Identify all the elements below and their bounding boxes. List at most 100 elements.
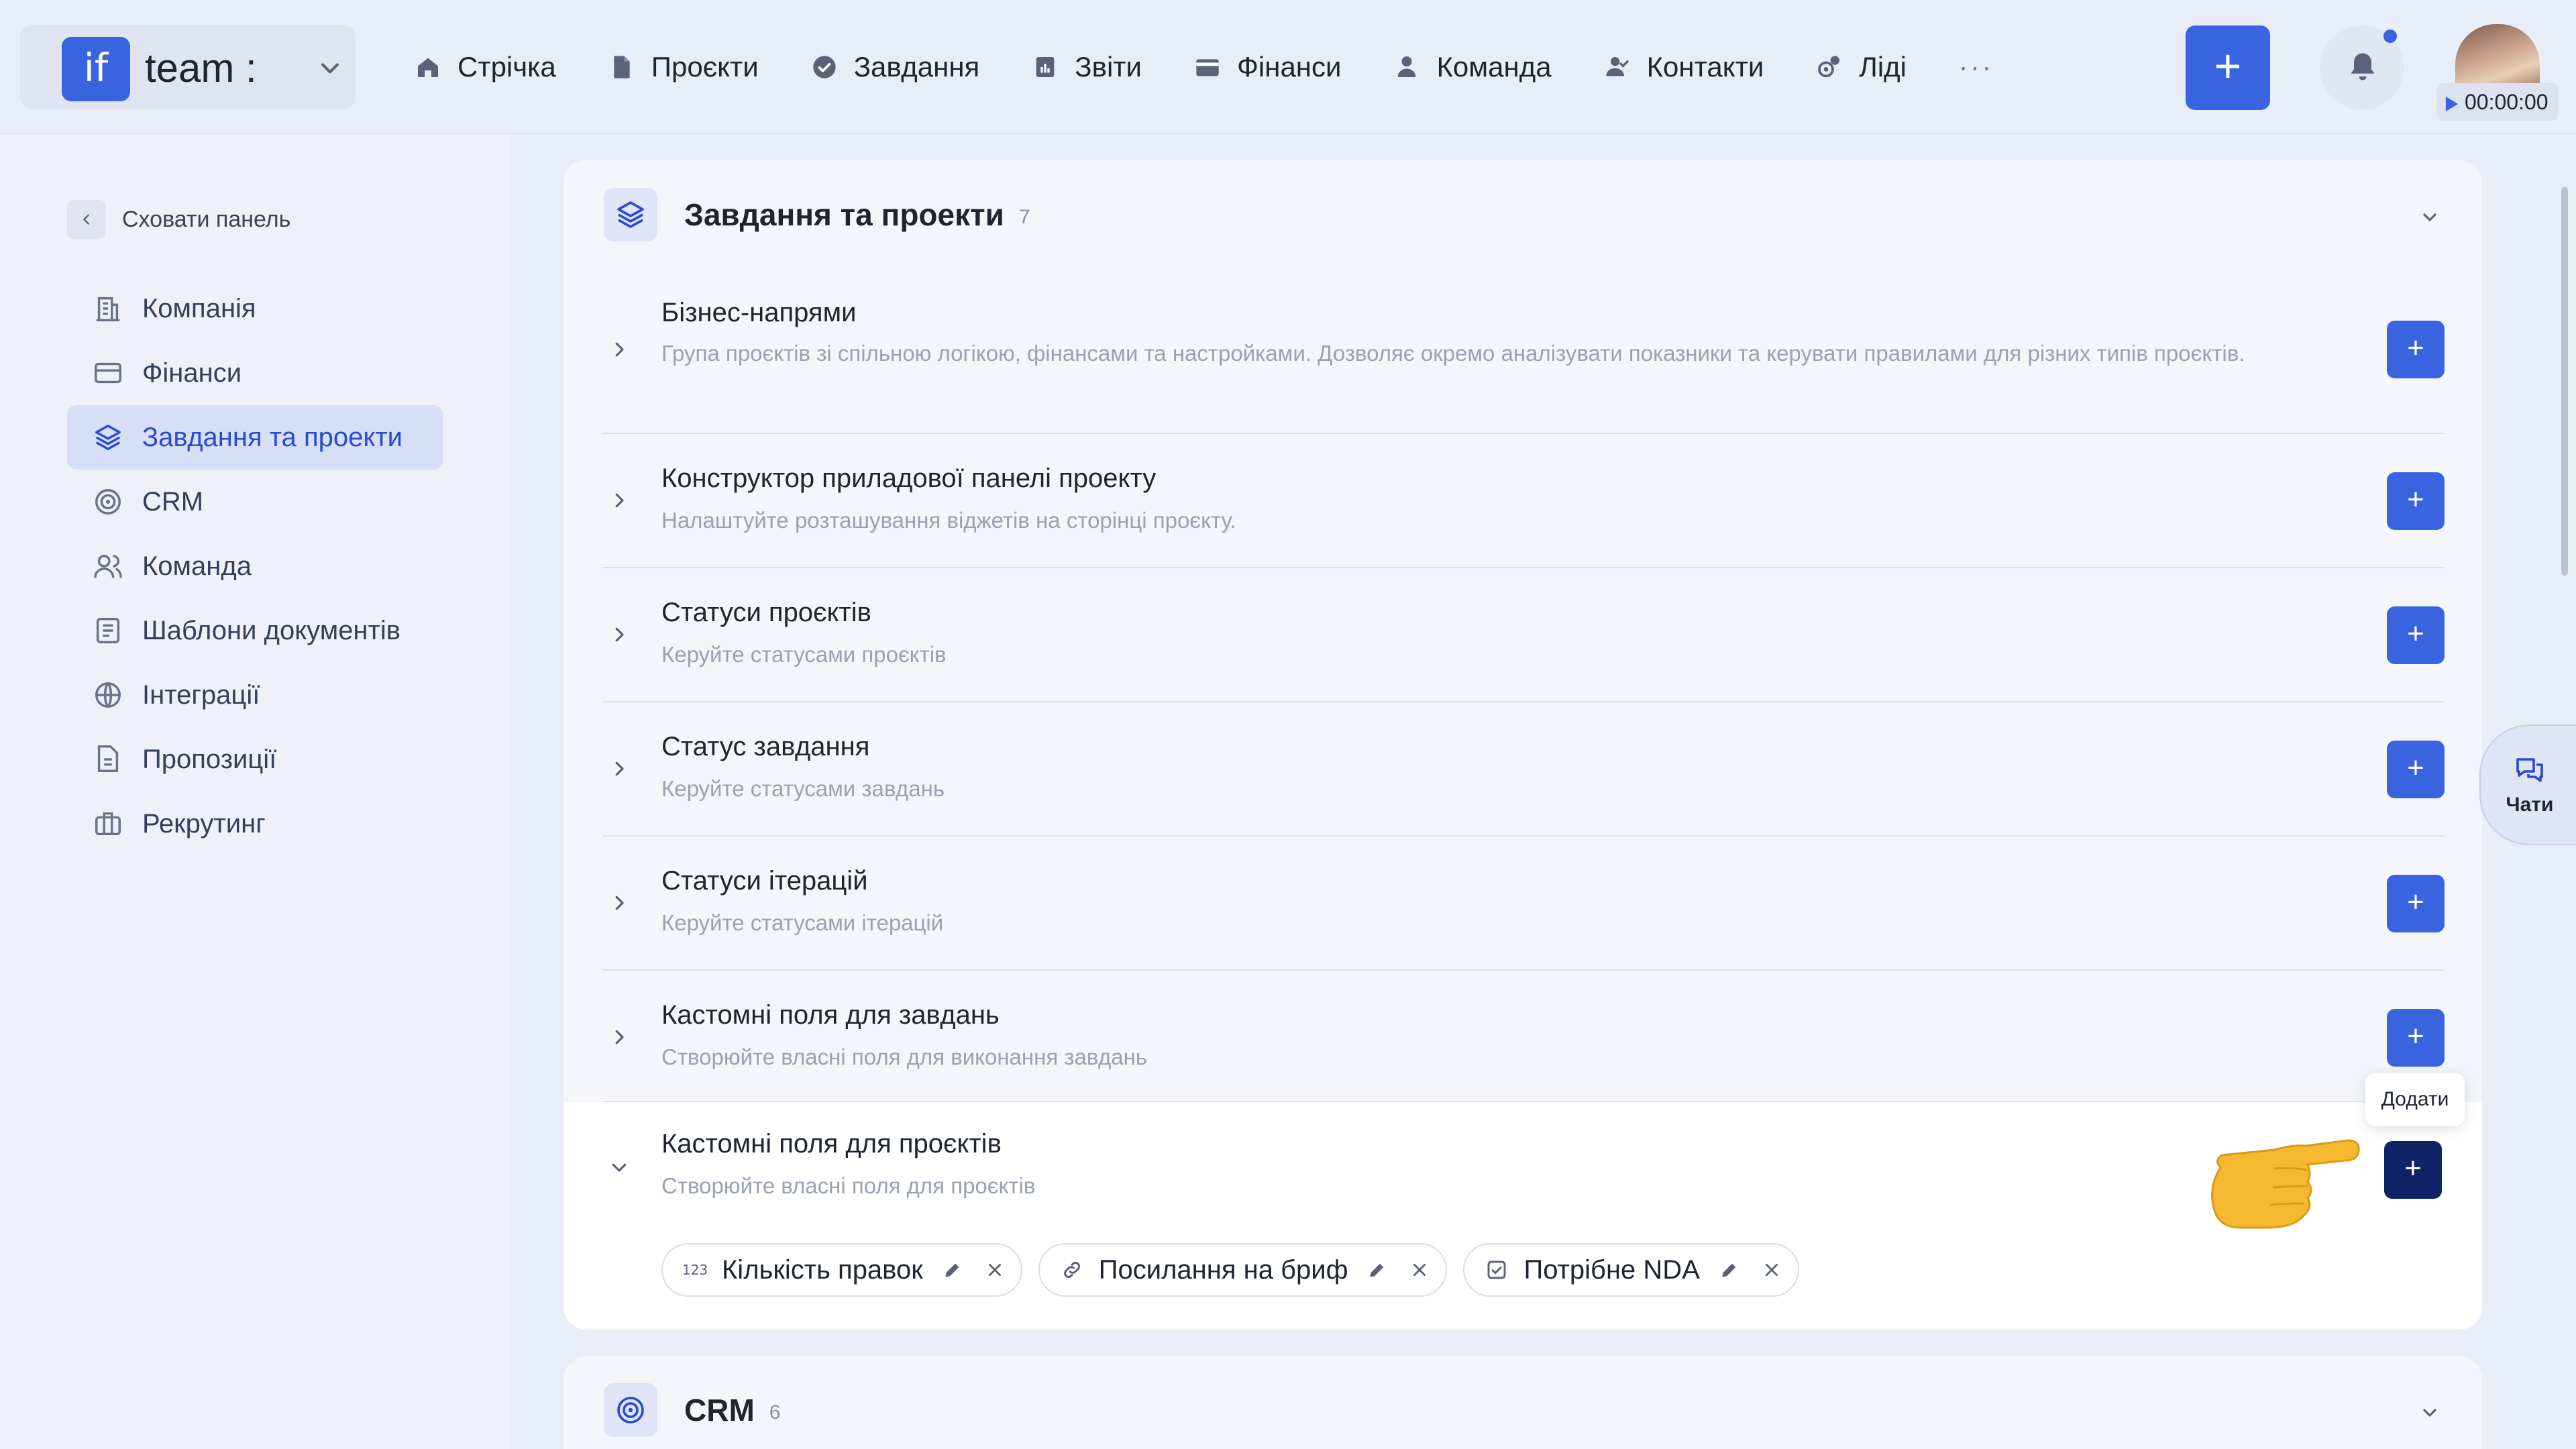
nav-item-finance[interactable]: Фінанси bbox=[1194, 51, 1341, 83]
time-tracker[interactable]: 00:00:00 bbox=[2436, 83, 2559, 121]
chevron-down-icon[interactable] bbox=[2419, 207, 2440, 228]
nav-item-label: Команда bbox=[1436, 51, 1552, 83]
custom-field-chip[interactable]: Посилання на бриф bbox=[1038, 1243, 1448, 1297]
hide-panel-button[interactable]: Сховати панель bbox=[67, 200, 290, 239]
sidebar-item-company[interactable]: Компанія bbox=[67, 276, 443, 341]
avatar[interactable] bbox=[2455, 24, 2540, 91]
sidebar-item-recruiting[interactable]: Рекрутинг bbox=[67, 792, 443, 856]
row-description: Керуйте статусами завдань bbox=[661, 776, 945, 801]
team-icon bbox=[94, 554, 122, 578]
chevron-left-icon bbox=[67, 200, 106, 239]
add-button[interactable]: + bbox=[2387, 606, 2445, 664]
add-button[interactable]: + bbox=[2387, 321, 2445, 378]
nav-item-feed[interactable]: Стрічка bbox=[415, 51, 556, 83]
custom-field-chip[interactable]: 123 Кількість правок bbox=[661, 1243, 1022, 1297]
chat-icon bbox=[2516, 758, 2543, 782]
pointing-hand-icon bbox=[2211, 1139, 2360, 1229]
main-nav: Стрічка Проєкти Завдання Звіти Фінанси К… bbox=[415, 40, 1994, 94]
chevron-right-icon bbox=[615, 627, 624, 642]
nav-item-label: Звіти bbox=[1075, 51, 1142, 83]
workspace-name: team : bbox=[145, 46, 257, 91]
settings-row-dashboard-builder[interactable]: Конструктор приладової панелі проекту На… bbox=[602, 434, 2445, 568]
timer-value: 00:00:00 bbox=[2465, 90, 2548, 114]
nav-item-leads[interactable]: Ліді bbox=[1816, 51, 1907, 83]
pencil-icon[interactable] bbox=[942, 1259, 963, 1281]
chevron-right-icon bbox=[615, 761, 624, 776]
nav-item-label: Ліді bbox=[1859, 51, 1907, 83]
add-button[interactable]: + bbox=[2387, 741, 2445, 798]
chevron-right-icon bbox=[615, 1030, 624, 1044]
sidebar-item-label: Інтеграції bbox=[142, 680, 260, 710]
chats-label: Чати bbox=[2506, 794, 2554, 816]
add-button[interactable]: + bbox=[2387, 472, 2445, 530]
add-tooltip: Додати bbox=[2365, 1073, 2465, 1126]
section-title: Завдання та проекти bbox=[684, 197, 1004, 232]
chevron-down-icon[interactable] bbox=[609, 1157, 629, 1177]
custom-field-chip[interactable]: Потрібне NDA bbox=[1463, 1243, 1799, 1297]
workspace-switcher[interactable]: if team : bbox=[20, 25, 356, 109]
row-title: Статуси ітерацій bbox=[661, 866, 868, 896]
section-count: 7 bbox=[1018, 206, 1030, 228]
row-title: Бізнес-напрями bbox=[661, 298, 857, 327]
settings-row-iteration-statuses[interactable]: Статуси ітерацій Керуйте статусами ітера… bbox=[602, 837, 2445, 971]
nav-item-label: Проєкти bbox=[651, 51, 759, 83]
settings-row-business-directions[interactable]: Бізнес-напрями Група проєктів зі спільно… bbox=[602, 268, 2445, 434]
sidebar-item-doc-templates[interactable]: Шаблони документів bbox=[67, 598, 443, 663]
more-icon[interactable]: ··· bbox=[1959, 52, 1994, 83]
row-title: Статуси проєктів bbox=[661, 598, 871, 627]
hide-panel-label: Сховати панель bbox=[122, 206, 291, 232]
add-button[interactable]: + bbox=[2387, 875, 2445, 932]
layers-icon bbox=[604, 188, 657, 241]
nav-item-team[interactable]: Команда bbox=[1393, 51, 1552, 83]
home-icon bbox=[418, 58, 438, 77]
company-icon bbox=[96, 297, 120, 321]
sidebar-item-crm[interactable]: CRM bbox=[67, 470, 443, 534]
global-add-button[interactable]: + bbox=[2186, 25, 2270, 110]
proposal-icon bbox=[97, 745, 119, 772]
sidebar-item-team[interactable]: Команда bbox=[67, 534, 443, 598]
checkbox-icon bbox=[1483, 1256, 1510, 1283]
sidebar-item-label: Шаблони документів bbox=[142, 615, 400, 645]
close-icon[interactable] bbox=[1763, 1261, 1780, 1279]
sidebar-item-finance[interactable]: Фінанси bbox=[67, 341, 443, 405]
row-description: Створюйте власні поля для виконання завд… bbox=[661, 1044, 1148, 1069]
sidebar-item-integrations[interactable]: Інтеграції bbox=[67, 663, 443, 727]
globe-icon bbox=[95, 682, 121, 708]
report-icon bbox=[1036, 57, 1055, 77]
scrollbar[interactable] bbox=[2561, 186, 2568, 576]
sidebar-menu: Компанія Фінанси Завдання та проекти CRM… bbox=[67, 276, 443, 856]
brand-logo: if bbox=[62, 37, 130, 101]
number-field-icon: 123 bbox=[682, 1262, 708, 1278]
add-button[interactable]: + bbox=[2387, 1009, 2445, 1067]
row-description: Створюйте власні поля для проєктів bbox=[661, 1173, 1036, 1198]
close-icon[interactable] bbox=[986, 1261, 1004, 1279]
nav-item-reports[interactable]: Звіти bbox=[1032, 51, 1142, 83]
sidebar-item-label: Завдання та проекти bbox=[142, 422, 402, 452]
pencil-icon[interactable] bbox=[1719, 1259, 1740, 1281]
user-icon bbox=[1398, 56, 1416, 77]
crm-section: CRM 6 bbox=[564, 1356, 2482, 1449]
sidebar-item-tasks-projects[interactable]: Завдання та проекти bbox=[67, 405, 443, 470]
sidebar-item-proposals[interactable]: Пропозиції bbox=[67, 727, 443, 792]
chats-button[interactable]: Чати bbox=[2479, 724, 2576, 845]
nav-item-label: Фінанси bbox=[1236, 51, 1342, 83]
contacts-icon bbox=[1605, 57, 1629, 76]
row-description: Керуйте статусами проєктів bbox=[661, 642, 947, 667]
target-icon bbox=[604, 1383, 657, 1437]
settings-row-task-custom-fields[interactable]: Кастомні поля для завдань Створюйте влас… bbox=[602, 971, 2445, 1102]
top-navigation-bar: if team : Стрічка Проєкти Завдання Звіти… bbox=[0, 0, 2576, 134]
close-icon[interactable] bbox=[1411, 1261, 1428, 1279]
sidebar-item-label: Рекрутинг bbox=[142, 808, 266, 839]
chevron-down-icon[interactable] bbox=[2419, 1402, 2440, 1424]
nav-item-contacts[interactable]: Контакти bbox=[1604, 51, 1764, 83]
nav-item-tasks[interactable]: Завдання bbox=[811, 51, 979, 83]
settings-row-task-status[interactable]: Статус завдання Керуйте статусами завдан… bbox=[602, 702, 2445, 837]
settings-row-project-statuses[interactable]: Статуси проєктів Керуйте статусами проєк… bbox=[602, 568, 2445, 702]
settings-sidebar: Сховати панель Компанія Фінанси Завдання… bbox=[0, 134, 510, 1449]
add-button-hovered[interactable]: + bbox=[2384, 1141, 2442, 1199]
notification-badge bbox=[2383, 30, 2397, 43]
row-title: Статус завдання bbox=[661, 732, 870, 761]
pencil-icon[interactable] bbox=[1366, 1259, 1388, 1281]
section-header: Завдання та проекти 7 bbox=[604, 188, 1030, 241]
nav-item-projects[interactable]: Проєкти bbox=[608, 51, 759, 83]
